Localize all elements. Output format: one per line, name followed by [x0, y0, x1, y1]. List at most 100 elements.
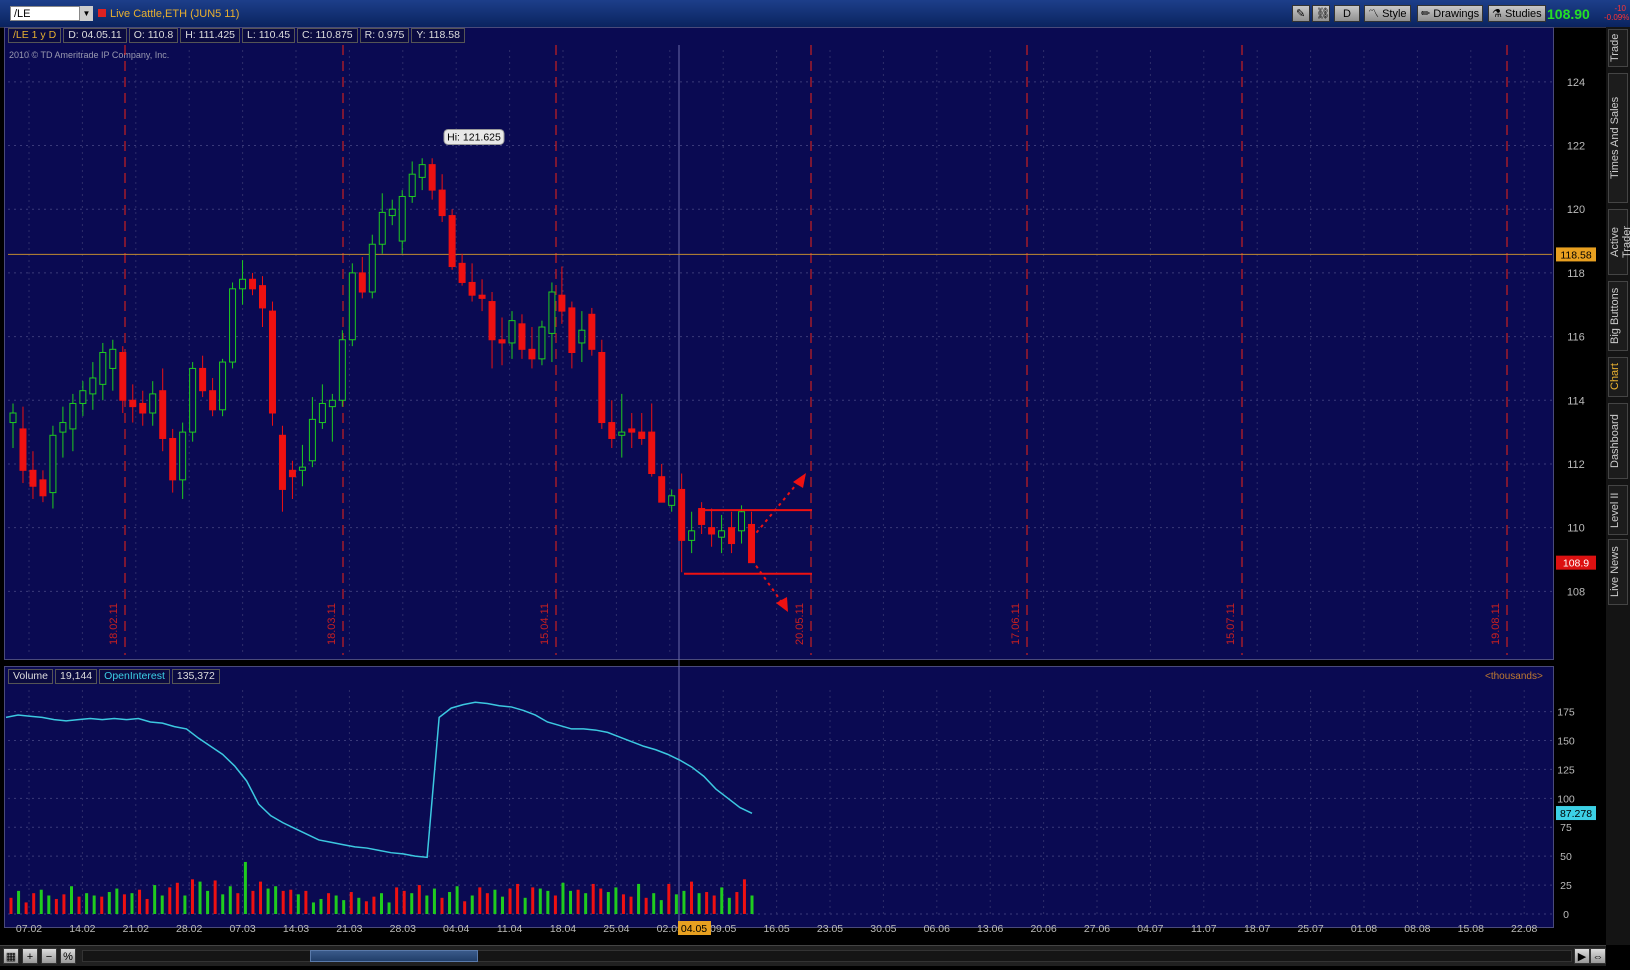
candle-body [478, 294, 486, 299]
candle-body [249, 278, 257, 290]
date-tick-label: 25.07 [1297, 923, 1323, 935]
breakout-up-arrow [751, 479, 801, 539]
candle-body [338, 339, 346, 401]
candle-body [718, 530, 726, 538]
price-tick-label: 112 [1567, 459, 1585, 471]
side-tab-trade[interactable]: Trade [1608, 29, 1628, 67]
date-tick-label: 18.07 [1244, 923, 1270, 935]
open-interest-line [5, 701, 753, 859]
date-tick-label: 18.04 [550, 923, 576, 935]
candle-body [438, 189, 446, 217]
expiry-label: 20.05.11 [794, 603, 806, 645]
candle-body [508, 320, 516, 344]
crosshair-price-label: 118.58 [1560, 249, 1591, 261]
expiry-label: 17.06.11 [1010, 603, 1022, 645]
candle-body [578, 329, 586, 344]
date-tick-label: 09.05 [710, 923, 736, 935]
side-tab-times-and-sales[interactable]: Times And Sales [1608, 73, 1628, 203]
zoom-in-icon[interactable]: + [22, 948, 38, 964]
candle-body [169, 437, 177, 481]
candle-body [688, 530, 696, 541]
chart-scrollbar[interactable] [82, 950, 1572, 962]
candle-body [189, 367, 197, 433]
candle-body [288, 469, 296, 478]
date-tick-label: 16.05 [763, 923, 789, 935]
candle-body [79, 390, 87, 404]
candle-body [518, 323, 526, 350]
expiry-label: 18.02.11 [108, 603, 120, 645]
candle-body [149, 393, 157, 414]
last-price-label: 108.9 [1563, 558, 1589, 570]
volume-tick-label: 100 [1557, 793, 1575, 805]
candle-body [618, 431, 626, 436]
candle-body [348, 272, 356, 341]
date-tick-label: 22.08 [1511, 923, 1537, 935]
candle-body [119, 352, 127, 401]
volume-tick-label: 125 [1557, 764, 1575, 776]
expand-icon[interactable]: ⇔ [1590, 948, 1606, 964]
expiry-label: 15.07.11 [1225, 603, 1237, 645]
candle-body [139, 402, 147, 414]
candle-body [159, 390, 167, 439]
side-tab-dashboard[interactable]: Dashboard [1608, 403, 1628, 479]
breakout-down-arrow [751, 559, 784, 605]
candle-body [278, 434, 286, 490]
date-tick-label: 20.06 [1030, 923, 1056, 935]
candle-body [368, 243, 376, 293]
candle-body [628, 428, 636, 433]
candle-body [229, 288, 237, 363]
candle-body [378, 211, 386, 245]
candle-body [59, 422, 67, 433]
date-tick-label: 11.07 [1191, 923, 1217, 935]
price-tick-label: 118 [1567, 268, 1585, 280]
candle-body [239, 278, 247, 290]
candle-body [668, 495, 676, 506]
volume-tick-label: 25 [1560, 880, 1572, 892]
candle-body [358, 272, 366, 293]
date-tick-label: 28.03 [390, 923, 416, 935]
date-tick-label: 15.08 [1458, 923, 1484, 935]
candle-body [298, 466, 306, 471]
candle-body [678, 488, 686, 541]
side-tab-active-trader[interactable]: Active Trader [1608, 209, 1630, 275]
candle-body [468, 281, 476, 296]
expiry-label: 18.03.11 [326, 603, 338, 645]
date-tick-label: 13.06 [977, 923, 1003, 935]
candle-body [209, 390, 217, 411]
zoom-out-icon[interactable]: − [41, 948, 57, 964]
volume-tick-label: 150 [1557, 735, 1575, 747]
candle-body [638, 431, 646, 439]
candle-body [268, 310, 276, 414]
side-tab-chart[interactable]: Chart [1608, 357, 1628, 397]
candle-body [708, 527, 716, 535]
price-tick-label: 114 [1567, 395, 1585, 407]
date-tick-label: 01.08 [1351, 923, 1377, 935]
date-tick-label: 08.08 [1404, 923, 1430, 935]
candle-body [308, 418, 316, 462]
candle-body [488, 301, 496, 341]
candle-body [538, 326, 546, 360]
side-tab-big-buttons[interactable]: Big Buttons [1608, 281, 1628, 351]
price-tick-label: 116 [1567, 332, 1585, 344]
price-tick-label: 120 [1567, 204, 1585, 216]
breakout-up-arrowhead [793, 473, 806, 488]
candle-body [219, 361, 227, 411]
date-tick-label: 14.03 [283, 923, 309, 935]
candle-body [259, 285, 266, 309]
date-tick-label: 27.06 [1084, 923, 1110, 935]
scroll-right-icon[interactable]: ▶ [1574, 948, 1590, 964]
side-tab-live-news[interactable]: Live News [1608, 539, 1628, 605]
grid-layout-icon[interactable]: ▦ [3, 948, 19, 964]
candle-body [318, 402, 326, 424]
side-tab-level-ii[interactable]: Level II [1608, 485, 1628, 535]
candle-body [99, 352, 107, 385]
candle-body [39, 479, 47, 497]
price-tick-label: 110 [1567, 523, 1585, 535]
chart-scrollbar-thumb[interactable] [310, 950, 478, 962]
date-tick-label: 30.05 [870, 923, 896, 935]
hi-bubble-label: Hi: 121.625 [447, 131, 501, 143]
date-tick-label: 11.04 [497, 923, 523, 935]
date-tick-label: 14.02 [69, 923, 95, 935]
percent-scale-icon[interactable]: % [60, 948, 76, 964]
candle-body [129, 399, 137, 408]
